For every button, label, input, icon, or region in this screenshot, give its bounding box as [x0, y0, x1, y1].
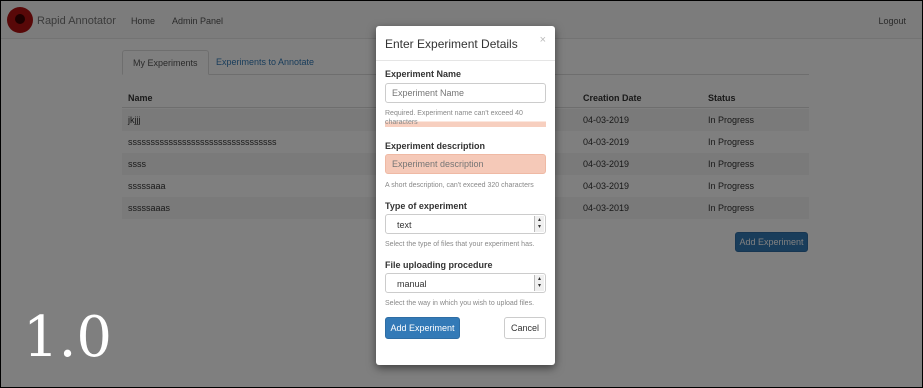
experiment-description-input[interactable]: [385, 154, 546, 174]
experiment-description-label: Experiment description: [385, 141, 486, 151]
experiment-name-input[interactable]: [385, 83, 546, 103]
version-watermark: 1.0: [23, 305, 113, 370]
cancel-button[interactable]: Cancel: [504, 317, 546, 339]
experiment-name-label: Experiment Name: [385, 69, 462, 79]
app-window: Rapid Annotator Home Admin Panel Logout …: [0, 0, 923, 388]
modal-header: Enter Experiment Details ×: [376, 26, 555, 61]
close-icon[interactable]: ×: [540, 34, 546, 46]
file-upload-label: File uploading procedure: [385, 260, 493, 270]
chevron-down-icon: ▴ ▾: [534, 275, 544, 291]
experiment-details-modal: Enter Experiment Details × Experiment Na…: [376, 26, 555, 365]
chevron-down-icon: ▴ ▾: [534, 216, 544, 232]
experiment-description-help: A short description, can't exceed 320 ch…: [385, 182, 534, 189]
file-upload-select[interactable]: manual ▴ ▾: [385, 273, 546, 293]
modal-title: Enter Experiment Details: [385, 37, 518, 51]
file-upload-help: Select the way in which you wish to uplo…: [385, 300, 535, 307]
experiment-type-label: Type of experiment: [385, 201, 467, 211]
experiment-name-help: Required. Experiment name can't exceed 4…: [385, 109, 546, 127]
experiment-type-help: Select the type of files that your exper…: [385, 241, 535, 248]
file-upload-value: manual: [397, 279, 427, 289]
experiment-type-value: text: [397, 220, 412, 230]
submit-experiment-button[interactable]: Add Experiment: [385, 317, 460, 339]
experiment-type-select[interactable]: text ▴ ▾: [385, 214, 546, 234]
